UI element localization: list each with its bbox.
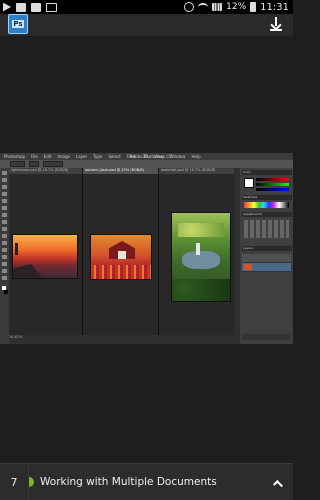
options-field bbox=[43, 161, 63, 167]
dodge-tool-icon bbox=[2, 234, 7, 238]
swatch-grid[interactable] bbox=[244, 202, 289, 208]
eyedropper-tool-icon bbox=[2, 199, 7, 203]
autumn-barn-photo bbox=[90, 234, 152, 280]
layers-footer bbox=[242, 334, 291, 340]
swatches-panel-header[interactable]: Swatches bbox=[242, 195, 292, 200]
adjustments-panel-header[interactable]: Adjustments bbox=[242, 212, 292, 217]
lesson-bar[interactable]: 7 Working with Multiple Documents bbox=[0, 463, 293, 500]
menu-item: Select bbox=[108, 154, 121, 159]
layers-panel-header[interactable]: Layers bbox=[242, 246, 292, 251]
chevron-up-icon[interactable] bbox=[273, 478, 283, 490]
move-tool-icon bbox=[2, 171, 7, 175]
zoom-tool-icon bbox=[2, 276, 7, 280]
menu-item: Help bbox=[191, 154, 201, 159]
photoshop-panels: Color Swatches Adjustments Layers bbox=[240, 168, 293, 344]
document-window-1[interactable]: lighthouse.psd @ 16.7% (RGB/8) bbox=[9, 168, 83, 335]
color-panel-header[interactable]: Color bbox=[242, 170, 292, 175]
document-window-3[interactable]: waterfall.psd @ 16.7% (RGB/8) bbox=[159, 168, 235, 335]
document-window-2[interactable]: autumn_barn.psd @ 25% (RGB/8) bbox=[83, 168, 159, 335]
app-bar: Ps bbox=[0, 14, 293, 36]
menu-item: Image bbox=[57, 154, 70, 159]
app-logo-icon[interactable]: Ps bbox=[8, 14, 28, 34]
photoshop-menubar: Photoshop File Edit Image Layer Type Sel… bbox=[0, 153, 293, 160]
document-status-bar: 16.67% bbox=[9, 335, 234, 344]
crop-tool-icon bbox=[2, 192, 7, 196]
shape-tool-icon bbox=[2, 262, 7, 266]
document-tab-1[interactable]: lighthouse.psd @ 16.7% (RGB/8) bbox=[9, 168, 82, 174]
menu-item: Edit bbox=[43, 154, 52, 159]
menu-item: Layer bbox=[76, 154, 88, 159]
lighthouse-photo bbox=[12, 234, 78, 279]
document-tab-2[interactable]: autumn_barn.psd @ 25% (RGB/8) bbox=[83, 168, 158, 174]
green-slider[interactable] bbox=[256, 183, 289, 186]
menu-item: Window bbox=[169, 154, 186, 159]
stamp-tool-icon bbox=[2, 213, 7, 217]
adjustment-icons[interactable] bbox=[244, 220, 289, 238]
play-store-icon bbox=[3, 2, 11, 12]
layer-row-selected[interactable] bbox=[242, 263, 291, 272]
options-field bbox=[10, 161, 25, 167]
mute-icon bbox=[184, 2, 195, 12]
waterfall-garden-photo bbox=[171, 212, 231, 302]
lasso-tool-icon bbox=[2, 185, 7, 189]
marquee-tool-icon bbox=[2, 178, 7, 182]
type-tool-icon bbox=[2, 248, 7, 252]
background-color-icon bbox=[4, 290, 8, 294]
app-logo-text: Ps bbox=[12, 20, 24, 28]
video-player[interactable]: Photoshop File Edit Image Layer Type Sel… bbox=[0, 153, 293, 344]
eraser-tool-icon bbox=[2, 220, 7, 224]
download-icon[interactable] bbox=[269, 17, 283, 31]
gradient-tool-icon bbox=[2, 227, 7, 231]
clock: 11:31 bbox=[260, 1, 289, 13]
photoshop-options-bar bbox=[0, 160, 293, 168]
red-slider[interactable] bbox=[256, 178, 289, 181]
mail-icon bbox=[46, 2, 57, 12]
options-field bbox=[28, 161, 40, 167]
path-tool-icon bbox=[2, 255, 7, 259]
blue-slider[interactable] bbox=[256, 188, 289, 191]
layer-row[interactable] bbox=[242, 254, 291, 263]
hand-tool-icon bbox=[2, 269, 7, 273]
menu-item: Type bbox=[93, 154, 103, 159]
photoshop-title: Adobe Photoshop CC bbox=[130, 154, 172, 159]
photoshop-toolbar bbox=[0, 168, 9, 344]
battery-percent: 12% bbox=[226, 2, 247, 12]
battery-icon bbox=[250, 2, 257, 12]
brush-tool-icon bbox=[2, 206, 7, 210]
message-icon bbox=[31, 2, 41, 12]
document-tab-3[interactable]: waterfall.psd @ 16.7% (RGB/8) bbox=[159, 168, 234, 174]
lesson-progress-icon bbox=[24, 477, 34, 487]
wifi-icon bbox=[198, 3, 209, 11]
signal-icon bbox=[212, 3, 223, 11]
foreground-swatch[interactable] bbox=[244, 178, 254, 188]
image-icon bbox=[16, 2, 26, 12]
status-bar: 12% 11:31 bbox=[0, 0, 293, 14]
menu-item: Photoshop bbox=[4, 154, 26, 159]
pen-tool-icon bbox=[2, 241, 7, 245]
lesson-title: Working with Multiple Documents bbox=[40, 476, 217, 488]
menu-item: File bbox=[31, 154, 38, 159]
